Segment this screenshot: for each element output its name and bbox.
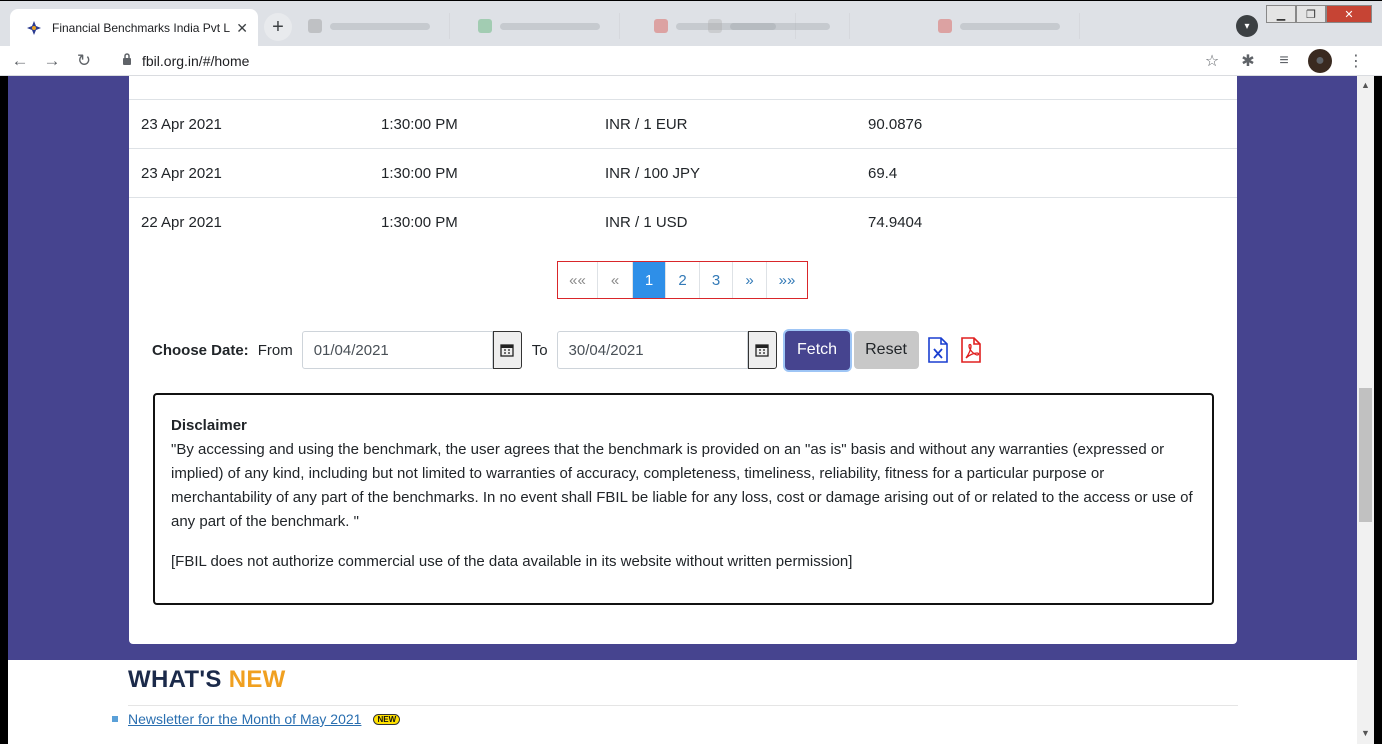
scroll-down-icon[interactable]: ▼ (1361, 728, 1370, 738)
cell-currency: INR / 1 EUR (605, 116, 688, 133)
page-content: 23 Apr 20211:30:00 PMINR / 1 GBP103.8030… (8, 76, 1357, 744)
tab-title: Financial Benchmarks India Pvt Lt (52, 21, 231, 35)
tab-search-icon[interactable]: ▾ (1236, 15, 1258, 37)
forward-arrow-icon[interactable]: → (40, 49, 64, 73)
cell-time: 1:30:00 PM (381, 116, 458, 133)
to-calendar-icon[interactable] (747, 331, 777, 369)
rates-card: 23 Apr 20211:30:00 PMINR / 1 GBP103.8030… (129, 76, 1237, 644)
whats-new-title-b: NEW (228, 666, 286, 693)
whats-new-section: WHAT'S NEW Newsletter for the Month of M… (8, 660, 1357, 744)
excel-export-icon[interactable] (927, 337, 949, 363)
lock-icon[interactable] (122, 53, 132, 68)
profile-avatar[interactable]: ● (1308, 49, 1332, 73)
tab-active[interactable]: Financial Benchmarks India Pvt Lt ✕ (10, 9, 258, 47)
table-row: 22 Apr 2021 1:30:00 PM INR / 1 USD 74.9404 (129, 197, 1237, 246)
page-1-button[interactable]: 1 (633, 262, 666, 298)
choose-date-label: Choose Date: (152, 341, 249, 359)
cell-date: 23 Apr 2021 (141, 165, 222, 182)
menu-dots-icon[interactable]: ⋮ (1344, 49, 1368, 73)
tab-background-2[interactable] (470, 13, 620, 39)
cell-currency: INR / 1 USD (605, 214, 688, 231)
news-item: Newsletter for the Month of May 2021 NEW (112, 711, 401, 727)
cell-date: 23 Apr 2021 (141, 116, 222, 133)
pdf-export-icon[interactable] (960, 337, 982, 363)
fbil-favicon-icon (26, 20, 42, 36)
window-controls: ▁ ❐ ✕ (1266, 5, 1372, 23)
to-label: To (531, 341, 548, 359)
cell-time: 1:30:00 PM (381, 165, 458, 182)
tab-background-1[interactable] (300, 13, 450, 39)
tab-strip: Financial Benchmarks India Pvt Lt ✕ + ▾ … (0, 0, 1382, 47)
news-item-link[interactable]: Newsletter for the Month of May 2021 (128, 711, 361, 727)
tab-background-5[interactable] (930, 13, 1080, 39)
reading-list-icon[interactable]: ≡ (1272, 49, 1296, 73)
pagination: «« « 1 2 3 » »» (557, 261, 808, 299)
cell-time: 1:30:00 PM (381, 214, 458, 231)
date-filter: Choose Date: From 01/04/2021 To 30/04/20… (152, 330, 982, 370)
whats-new-title: WHAT'S NEW (128, 666, 286, 694)
new-badge: NEW (373, 713, 401, 725)
address-bar[interactable]: fbil.org.in/#/home (142, 53, 249, 69)
bullet-icon (112, 716, 118, 722)
fetch-button[interactable]: Fetch (784, 330, 850, 370)
prev-page-button[interactable]: « (598, 262, 633, 298)
disclaimer-note: [FBIL does not authorize commercial use … (171, 553, 853, 570)
cell-currency: INR / 100 JPY (605, 165, 701, 182)
reset-button[interactable]: Reset (853, 331, 919, 369)
window-close-icon[interactable]: ✕ (1326, 5, 1372, 23)
minimize-icon[interactable]: ▁ (1266, 5, 1296, 23)
bookmark-star-icon[interactable]: ☆ (1200, 49, 1224, 73)
table-row: 23 Apr 2021 1:30:00 PM INR / 100 JPY 69.4 (129, 148, 1237, 197)
disclaimer-heading: Disclaimer (171, 417, 247, 434)
section-divider (128, 705, 1238, 706)
whats-new-title-a: WHAT'S (128, 666, 222, 693)
extensions-icon[interactable]: ✱ (1236, 49, 1260, 73)
back-arrow-icon[interactable]: ← (8, 49, 32, 73)
window-border-right (1374, 76, 1382, 744)
cell-rate: 90.0876 (868, 116, 923, 133)
table-row: 23 Apr 2021 1:30:00 PM INR / 1 EUR 90.0876 (129, 99, 1237, 148)
disclaimer-body: "By accessing and using the benchmark, t… (171, 441, 1193, 530)
first-page-button[interactable]: «« (558, 262, 598, 298)
maximize-icon[interactable]: ❐ (1296, 5, 1326, 23)
last-page-button[interactable]: »» (767, 262, 807, 298)
disclaimer-box: Disclaimer "By accessing and using the b… (153, 393, 1214, 605)
from-label: From (257, 341, 293, 359)
scroll-up-icon[interactable]: ▲ (1361, 80, 1370, 90)
tab-background-4[interactable] (700, 13, 850, 39)
table-row: 23 Apr 20211:30:00 PMINR / 1 GBP103.8030 (129, 76, 1237, 99)
cell-rate: 74.9404 (868, 214, 923, 231)
scrollbar-thumb[interactable] (1359, 388, 1372, 522)
close-tab-icon[interactable]: ✕ (236, 20, 248, 37)
vertical-scrollbar[interactable]: ▲ ▼ (1357, 76, 1374, 744)
reload-icon[interactable]: ↻ (72, 49, 96, 73)
page-2-button[interactable]: 2 (666, 262, 700, 298)
to-date-input[interactable]: 30/04/2021 (556, 331, 748, 369)
browser-window: Financial Benchmarks India Pvt Lt ✕ + ▾ … (0, 0, 1382, 744)
new-tab-button[interactable]: + (264, 13, 292, 41)
window-border-left (0, 76, 8, 744)
page-3-button[interactable]: 3 (700, 262, 733, 298)
from-calendar-icon[interactable] (492, 331, 522, 369)
from-date-input[interactable]: 01/04/2021 (301, 331, 493, 369)
cell-date: 22 Apr 2021 (141, 214, 222, 231)
cell-rate: 69.4 (868, 165, 898, 182)
next-page-button[interactable]: » (733, 262, 767, 298)
browser-toolbar: ← → ↻ fbil.org.in/#/home ☆ ✱ ≡ ● ⋮ (0, 46, 1382, 76)
